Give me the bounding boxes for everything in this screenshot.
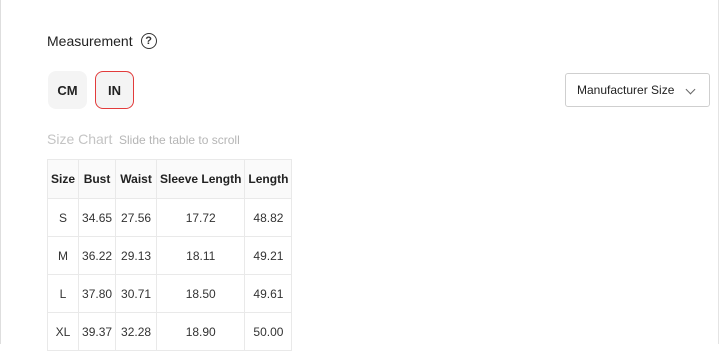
measurement-heading: Measurement ?	[47, 33, 157, 49]
size-type-value: Manufacturer Size	[577, 83, 675, 97]
column-header-length: Length	[244, 159, 293, 199]
table-row: L 37.80 30.71 18.50 49.61	[46, 274, 293, 313]
table-cell: 49.61	[244, 274, 293, 313]
chevron-down-icon	[685, 84, 696, 95]
table-cell: 32.28	[115, 312, 158, 351]
table-cell: 30.71	[115, 274, 158, 313]
table-cell: S	[46, 198, 80, 237]
table-cell: 37.80	[78, 274, 117, 313]
table-cell: M	[46, 236, 80, 275]
size-type-select[interactable]: Manufacturer Size	[565, 73, 710, 107]
column-header-sleeve-length: Sleeve Length	[156, 159, 246, 199]
size-panel: Measurement ? CM IN Manufacturer Size Si…	[0, 0, 719, 351]
table-cell: 50.00	[244, 312, 293, 351]
column-header-bust: Bust	[78, 159, 117, 199]
unit-cm-button[interactable]: CM	[48, 71, 87, 109]
table-cell: 48.82	[244, 198, 293, 237]
size-chart-hint: Slide the table to scroll	[119, 133, 240, 147]
table-cell: 18.11	[156, 236, 246, 275]
table-cell: 18.90	[156, 312, 246, 351]
unit-in-button[interactable]: IN	[95, 71, 134, 109]
table-row: M 36.22 29.13 18.11 49.21	[46, 236, 293, 275]
table-row: XL 39.37 32.28 18.90 50.00	[46, 312, 293, 351]
table-cell: XL	[46, 312, 80, 351]
table-cell: 29.13	[115, 236, 158, 275]
table-header-row: Size Bust Waist Sleeve Length Length	[46, 159, 293, 199]
table-cell: L	[46, 274, 80, 313]
measurement-label: Measurement	[47, 33, 133, 49]
size-table[interactable]: Size Bust Waist Sleeve Length Length S 3…	[46, 159, 293, 351]
table-row: S 34.65 27.56 17.72 48.82	[46, 198, 293, 237]
column-header-size: Size	[46, 159, 80, 199]
table-cell: 39.37	[78, 312, 117, 351]
table-cell: 17.72	[156, 198, 246, 237]
help-icon[interactable]: ?	[140, 33, 157, 49]
size-chart-title: Size Chart	[47, 131, 113, 147]
table-cell: 34.65	[78, 198, 117, 237]
table-cell: 18.50	[156, 274, 246, 313]
table-cell: 36.22	[78, 236, 117, 275]
table-cell: 27.56	[115, 198, 158, 237]
column-header-waist: Waist	[115, 159, 158, 199]
table-cell: 49.21	[244, 236, 293, 275]
